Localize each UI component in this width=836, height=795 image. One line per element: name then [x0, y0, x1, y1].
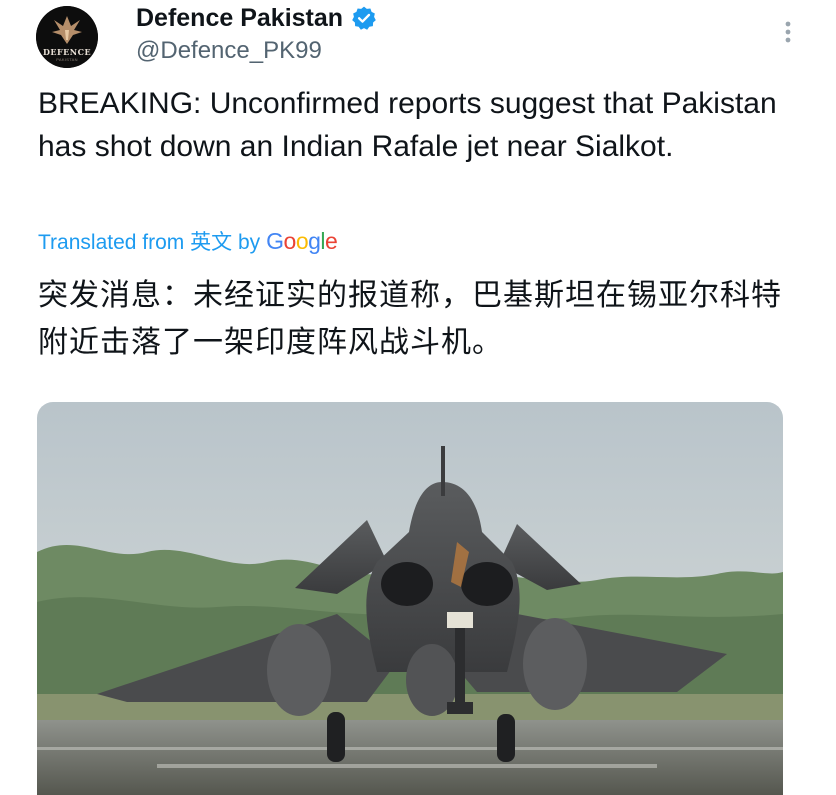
translated-text: 突发消息：未经证实的报道称，巴基斯坦在锡亚尔科特附近击落了一架印度阵风战斗机。: [38, 279, 782, 359]
verified-badge-icon: [352, 6, 376, 30]
tweet-image[interactable]: [37, 402, 783, 795]
fighter-jet-photo: [37, 402, 783, 795]
tweet-card: DEFENCE PAKISTAN Defence Pakistan @Defen…: [0, 0, 836, 795]
avatar-text: DEFENCE: [42, 47, 92, 57]
tweet-text: BREAKING: Unconfirmed reports suggest th…: [38, 87, 777, 163]
user-handle[interactable]: @Defence_PK99: [136, 36, 322, 66]
translated-from-label: Translated from 英文 by: [38, 231, 261, 254]
display-name-row: Defence Pakistan: [136, 3, 377, 33]
avatar[interactable]: DEFENCE PAKISTAN: [36, 6, 98, 68]
translation-attribution[interactable]: Translated from 英文 by Google: [38, 225, 338, 259]
more-options-icon[interactable]: [776, 18, 800, 46]
display-name[interactable]: Defence Pakistan: [136, 3, 343, 33]
avatar-subtext: PAKISTAN: [56, 57, 78, 62]
google-logo: Google: [266, 228, 338, 254]
